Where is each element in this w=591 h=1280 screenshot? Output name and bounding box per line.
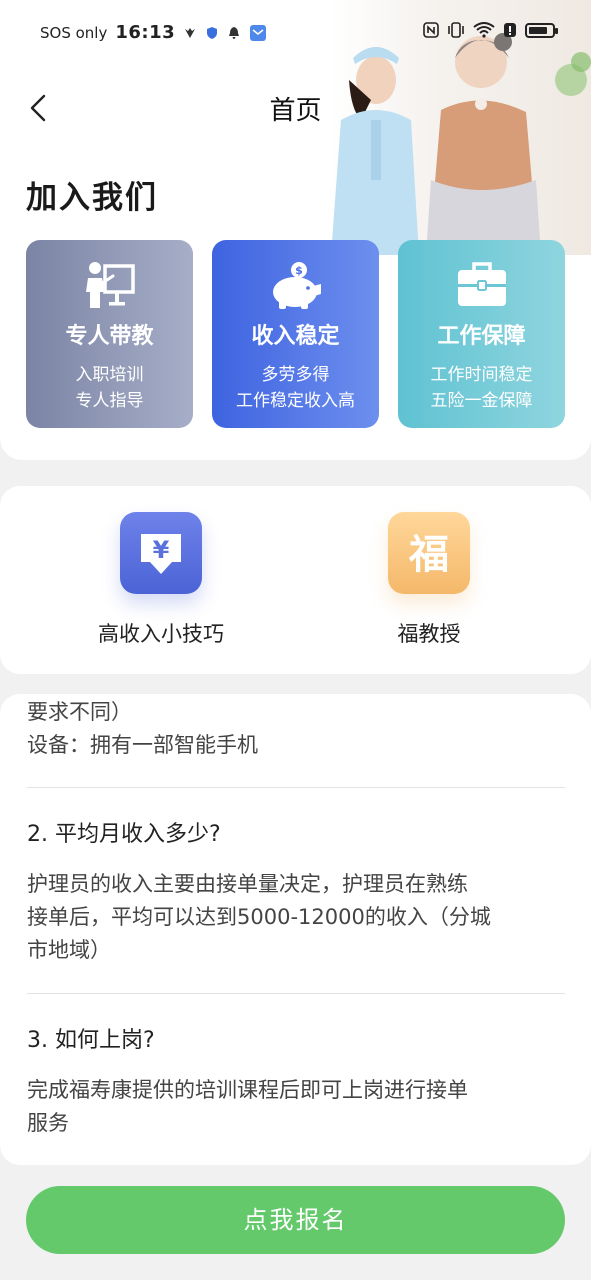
hero-section: SOS only 16:13 首页 加入我们 专人带教 入职培训 专人指导 $ … xyxy=(0,0,591,460)
vibrate-icon xyxy=(448,22,464,38)
benefit-cards: 专人带教 入职培训 专人指导 $ 收入稳定 多劳多得 工作稳定收入高 工作保障 … xyxy=(26,240,566,428)
svg-text:$: $ xyxy=(295,264,303,277)
battery-icon xyxy=(525,22,558,38)
feature-high-income-tips[interactable]: ¥ 高收入小技巧 xyxy=(71,512,251,648)
nfc-icon xyxy=(423,22,439,38)
piggy-bank-icon: $ xyxy=(272,262,321,309)
benefit-card-mentoring[interactable]: 专人带教 入职培训 专人指导 xyxy=(26,240,193,428)
faq-answer-text: 市地域） xyxy=(27,938,111,962)
benefit-card-line: 工作时间稳定 xyxy=(430,365,533,385)
faq-answer-text: 设备：拥有一部智能手机 xyxy=(27,733,258,757)
clock-time: 16:13 xyxy=(115,22,176,43)
yen-download-icon: ¥ xyxy=(120,512,202,594)
app-badge-icon xyxy=(250,24,267,41)
faq-question: 2. 平均月收入多少? xyxy=(27,822,221,847)
navigation-bar: 首页 xyxy=(0,80,591,136)
fu-character-icon: 福 xyxy=(388,512,470,594)
signup-button[interactable]: 点我报名 xyxy=(26,1186,565,1254)
status-bar: SOS only 16:13 xyxy=(0,0,591,64)
svg-text:福: 福 xyxy=(408,532,449,578)
wifi-icon xyxy=(473,22,495,38)
benefit-card-title: 收入稳定 xyxy=(251,324,340,349)
shield-icon xyxy=(207,26,218,39)
divider xyxy=(27,787,565,788)
benefit-card-line: 入职培训 xyxy=(75,365,144,385)
faq-answer-text: 接单后，平均可以达到5000-12000的收入（分城 xyxy=(27,905,491,929)
divider xyxy=(27,993,565,994)
teacher-icon xyxy=(85,262,135,308)
feature-label: 福教授 xyxy=(397,622,461,646)
feature-label: 高收入小技巧 xyxy=(98,622,224,646)
join-us-heading: 加入我们 xyxy=(26,180,158,216)
benefit-card-security[interactable]: 工作保障 工作时间稳定 五险一金保障 xyxy=(398,240,565,428)
faq-answer-text: 服务 xyxy=(27,1111,69,1135)
carrier-text: SOS only xyxy=(40,23,108,42)
benefit-card-title: 工作保障 xyxy=(437,324,526,349)
benefit-card-line: 专人指导 xyxy=(75,391,144,411)
benefit-card-line: 五险一金保障 xyxy=(430,391,533,411)
feature-shortcuts: ¥ 高收入小技巧 福 福教授 xyxy=(0,486,591,674)
faq-answer-text: 要求不同） xyxy=(27,700,132,724)
alert-icon xyxy=(504,23,516,37)
benefit-card-line: 多劳多得 xyxy=(261,365,330,385)
faq-section: 要求不同） 设备：拥有一部智能手机 2. 平均月收入多少? 护理员的收入主要由接… xyxy=(0,694,591,1165)
status-left: SOS only 16:13 xyxy=(40,22,267,43)
faq-question: 3. 如何上岗? xyxy=(27,1028,155,1053)
benefit-card-line: 工作稳定收入高 xyxy=(236,391,355,411)
benefit-card-title: 专人带教 xyxy=(65,324,154,349)
page-title: 首页 xyxy=(269,96,322,126)
faq-answer-text: 完成福寿康提供的培训课程后即可上岗进行接单 xyxy=(27,1078,468,1102)
faq-answer-text: 护理员的收入主要由接单量决定，护理员在熟练 xyxy=(27,872,468,896)
app-notification-icon xyxy=(185,27,196,38)
status-right xyxy=(423,22,558,38)
benefit-card-income[interactable]: $ 收入稳定 多劳多得 工作稳定收入高 xyxy=(212,240,379,428)
briefcase-icon xyxy=(457,262,506,306)
feature-fu-professor[interactable]: 福 福教授 xyxy=(339,512,519,648)
svg-text:¥: ¥ xyxy=(153,536,170,564)
bell-icon xyxy=(229,26,240,39)
